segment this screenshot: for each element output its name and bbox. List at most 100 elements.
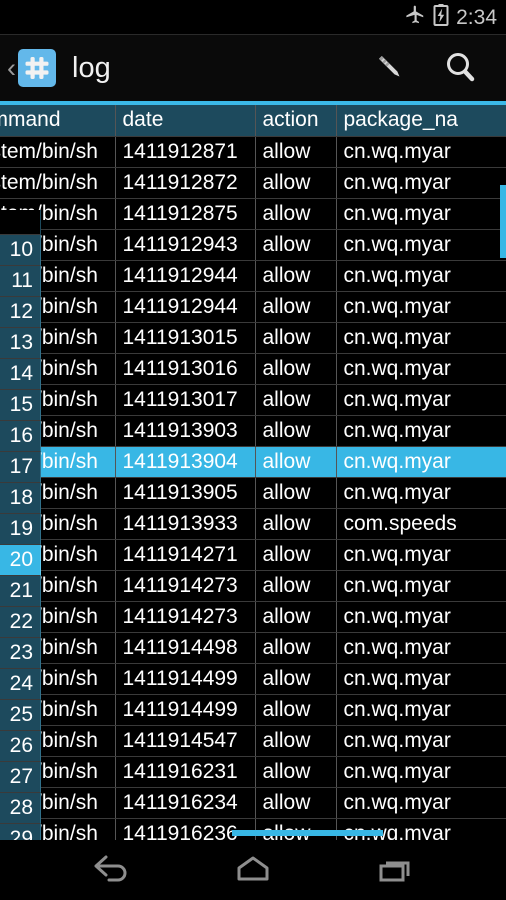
cell-action[interactable]: allow (255, 694, 337, 726)
cell-action[interactable]: allow (255, 446, 337, 478)
cell-package-name[interactable]: cn.wq.myar (336, 136, 506, 168)
table-row[interactable]: 30stem/bin/sh1411916231allowcn.wq.myar (0, 756, 506, 788)
cell-action[interactable]: allow (255, 353, 337, 385)
cell-date[interactable]: 1411913015 (115, 322, 256, 354)
table-row[interactable]: 24stem/bin/sh1411914273allowcn.wq.myar (0, 570, 506, 602)
cell-package-name[interactable]: com.speeds (336, 508, 506, 540)
cell-action[interactable]: allow (255, 787, 337, 819)
cell-package-name[interactable]: cn.wq.myar (336, 756, 506, 788)
table-row[interactable]: 20stem/bin/sh1411913904allowcn.wq.myar (0, 446, 506, 478)
cell-package-name[interactable]: cn.wq.myar (336, 291, 506, 323)
cell-command[interactable]: stem/bin/sh (0, 446, 116, 478)
table-row[interactable]: 27stem/bin/sh1411914499allowcn.wq.myar (0, 663, 506, 695)
cell-action[interactable]: allow (255, 322, 337, 354)
cell-package-name[interactable]: cn.wq.myar (336, 477, 506, 509)
table-row[interactable]: 25stem/bin/sh1411914273allowcn.wq.myar (0, 601, 506, 633)
cell-command[interactable]: stem/bin/sh (0, 539, 116, 571)
cell-action[interactable]: allow (255, 198, 337, 230)
table-row[interactable]: 19stem/bin/sh1411913903allowcn.wq.myar (0, 415, 506, 447)
cell-date[interactable]: 1411913933 (115, 508, 256, 540)
cell-action[interactable]: allow (255, 291, 337, 323)
table-row[interactable]: 32stem/bin/sh1411916236allowcn.wq.myar (0, 818, 506, 840)
cell-command[interactable]: stem/bin/sh (0, 322, 116, 354)
cell-command[interactable]: stem/bin/sh (0, 725, 116, 757)
table-row[interactable]: 22stem/bin/sh1411913933allowcom.speeds (0, 508, 506, 540)
search-icon[interactable] (440, 47, 482, 89)
cell-date[interactable]: 1411912875 (115, 198, 256, 230)
cell-package-name[interactable]: cn.wq.myar (336, 818, 506, 840)
cell-date[interactable]: 1411914547 (115, 725, 256, 757)
cell-command[interactable]: stem/bin/sh (0, 601, 116, 633)
horizontal-scrollbar-thumb[interactable] (232, 830, 383, 836)
cell-command[interactable]: stem/bin/sh (0, 136, 116, 168)
cell-date[interactable]: 1411912944 (115, 260, 256, 292)
cell-package-name[interactable]: cn.wq.myar (336, 353, 506, 385)
cell-package-name[interactable]: cn.wq.myar (336, 539, 506, 571)
cell-package-name[interactable]: cn.wq.myar (336, 725, 506, 757)
cell-command[interactable]: stem/bin/sh (0, 384, 116, 416)
column-header-command[interactable]: mmand (0, 105, 116, 137)
cell-action[interactable]: allow (255, 601, 337, 633)
cell-command[interactable]: stem/bin/sh (0, 229, 116, 261)
cell-action[interactable]: allow (255, 818, 337, 840)
hash-app-icon[interactable] (18, 49, 56, 87)
table-row[interactable]: 14stem/bin/sh1411912944allowcn.wq.myar (0, 260, 506, 292)
cell-package-name[interactable]: cn.wq.myar (336, 601, 506, 633)
cell-action[interactable]: allow (255, 477, 337, 509)
cell-package-name[interactable]: cn.wq.myar (336, 198, 506, 230)
cell-command[interactable]: stem/bin/sh (0, 353, 116, 385)
cell-date[interactable]: 1411912943 (115, 229, 256, 261)
table-row[interactable]: 12stem/bin/sh1411912875allowcn.wq.myar (0, 198, 506, 230)
cell-command[interactable]: stem/bin/sh (0, 477, 116, 509)
cell-action[interactable]: allow (255, 260, 337, 292)
recent-apps-icon[interactable] (360, 847, 430, 893)
table-row[interactable]: 31stem/bin/sh1411916234allowcn.wq.myar (0, 787, 506, 819)
cell-command[interactable]: stem/bin/sh (0, 260, 116, 292)
cell-command[interactable]: stem/bin/sh (0, 198, 116, 230)
cell-command[interactable]: stem/bin/sh (0, 756, 116, 788)
cell-date[interactable]: 1411914271 (115, 539, 256, 571)
back-arrow-icon[interactable] (76, 847, 146, 893)
cell-package-name[interactable]: cn.wq.myar (336, 415, 506, 447)
cell-date[interactable]: 1411916231 (115, 756, 256, 788)
cell-package-name[interactable]: cn.wq.myar (336, 384, 506, 416)
table-row[interactable]: 26stem/bin/sh1411914498allowcn.wq.myar (0, 632, 506, 664)
table-row[interactable]: 23stem/bin/sh1411914271allowcn.wq.myar (0, 539, 506, 571)
table-row[interactable]: 21stem/bin/sh1411913905allowcn.wq.myar (0, 477, 506, 509)
table-row[interactable]: 28stem/bin/sh1411914499allowcn.wq.myar (0, 694, 506, 726)
cell-date[interactable]: 1411914499 (115, 663, 256, 695)
cell-command[interactable]: stem/bin/sh (0, 663, 116, 695)
cell-date[interactable]: 1411913905 (115, 477, 256, 509)
table-row[interactable]: 16stem/bin/sh1411913015allowcn.wq.myar (0, 322, 506, 354)
cell-package-name[interactable]: cn.wq.myar (336, 632, 506, 664)
column-header-date[interactable]: date (115, 105, 256, 137)
cell-command[interactable]: stem/bin/sh (0, 818, 116, 840)
log-table-scroll-container[interactable]: mmand date action package_na 10stem/bin/… (0, 105, 506, 840)
cell-package-name[interactable]: cn.wq.myar (336, 787, 506, 819)
table-row[interactable]: 17stem/bin/sh1411913016allowcn.wq.myar (0, 353, 506, 385)
cell-package-name[interactable]: cn.wq.myar (336, 167, 506, 199)
table-row[interactable]: 18stem/bin/sh1411913017allowcn.wq.myar (0, 384, 506, 416)
cell-command[interactable]: stem/bin/sh (0, 415, 116, 447)
table-row[interactable]: 13stem/bin/sh1411912943allowcn.wq.myar (0, 229, 506, 261)
home-icon[interactable] (218, 847, 288, 893)
cell-date[interactable]: 1411916234 (115, 787, 256, 819)
table-row[interactable]: 15stem/bin/sh1411912944allowcn.wq.myar (0, 291, 506, 323)
cell-date[interactable]: 1411913017 (115, 384, 256, 416)
column-header-action[interactable]: action (255, 105, 337, 137)
cell-action[interactable]: allow (255, 570, 337, 602)
cell-action[interactable]: allow (255, 756, 337, 788)
cell-date[interactable]: 1411914498 (115, 632, 256, 664)
table-row[interactable]: 11stem/bin/sh1411912872allowcn.wq.myar (0, 167, 506, 199)
cell-action[interactable]: allow (255, 136, 337, 168)
cell-date[interactable]: 1411913904 (115, 446, 256, 478)
cell-command[interactable]: stem/bin/sh (0, 632, 116, 664)
table-row[interactable]: 29stem/bin/sh1411914547allowcn.wq.myar (0, 725, 506, 757)
cell-action[interactable]: allow (255, 229, 337, 261)
cell-date[interactable]: 1411914273 (115, 570, 256, 602)
cell-command[interactable]: stem/bin/sh (0, 291, 116, 323)
cell-date[interactable]: 1411916236 (115, 818, 256, 840)
cell-date[interactable]: 1411913903 (115, 415, 256, 447)
cell-command[interactable]: stem/bin/sh (0, 508, 116, 540)
cell-package-name[interactable]: cn.wq.myar (336, 229, 506, 261)
